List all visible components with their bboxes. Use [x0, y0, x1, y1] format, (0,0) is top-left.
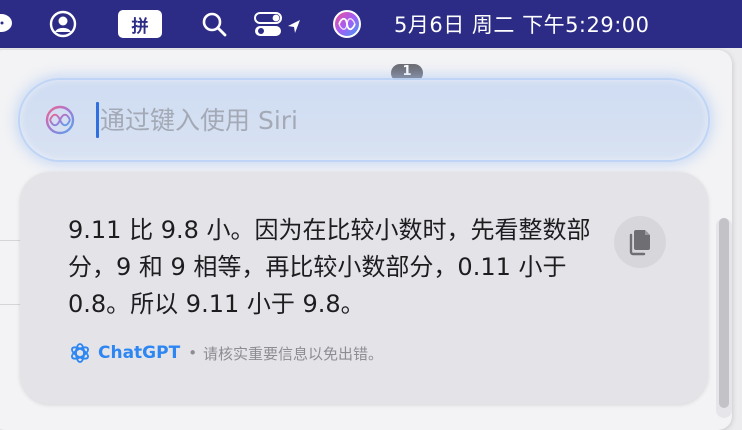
scrollbar[interactable] [716, 218, 732, 418]
chat-bubble-icon[interactable] [0, 0, 14, 48]
control-center-icon[interactable] [254, 0, 310, 48]
text-cursor [96, 102, 99, 138]
source-separator: • [188, 344, 198, 362]
source-name[interactable]: ChatGPT [98, 343, 180, 363]
siri-answer-card: 9.11 比 9.8 小。因为在比较小数时，先看整数部分，9 和 9 相等，再比… [20, 172, 708, 404]
user-circle-icon[interactable] [48, 0, 78, 48]
copy-button[interactable] [614, 216, 666, 268]
siri-input[interactable] [100, 100, 660, 140]
search-icon[interactable] [199, 0, 229, 48]
siri-search-field[interactable] [20, 80, 708, 160]
chatgpt-icon [71, 343, 89, 363]
siri-icon[interactable] [330, 0, 364, 48]
menubar-clock[interactable]: 5月6日 周二 下午5:29:00 [394, 0, 650, 48]
disclaimer-text: 请核实重要信息以免出错。 [203, 344, 384, 363]
menu-bar: 拼 5月6日 周二 下午5:29:00 [0, 0, 742, 48]
input-method-button[interactable]: 拼 [118, 10, 162, 38]
copy-icon [629, 230, 650, 256]
source-attribution: ChatGPT • 请核实重要信息以免出错。 [68, 340, 383, 366]
location-arrow-icon [288, 20, 300, 33]
background-divider [0, 240, 22, 241]
background-divider [0, 304, 22, 305]
answer-text: 9.11 比 9.8 小。因为在比较小数时，先看整数部分，9 和 9 相等，再比… [68, 216, 591, 318]
scrollbar-thumb[interactable] [719, 218, 729, 408]
siri-icon [44, 104, 76, 136]
